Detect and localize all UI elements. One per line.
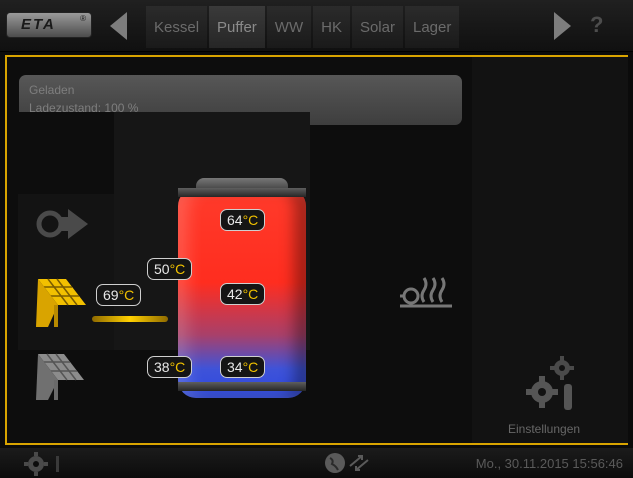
service-gear-icon[interactable] [24,452,72,476]
temp-value: 34 [227,359,243,375]
tab-lager[interactable]: Lager [404,6,460,48]
tab-ww[interactable]: WW [266,6,312,48]
tab-puffer[interactable]: Puffer [209,6,265,48]
datetime-display: Mo., 30.11.2015 15:56:46 [475,456,623,471]
temp-badge-middle: 42 °C [220,283,266,305]
temp-value: 42 [227,286,243,302]
network-globe-icon[interactable] [322,450,374,476]
temp-value: 64 [227,212,243,228]
tab-kessel[interactable]: Kessel [146,6,208,48]
help-icon[interactable]: ? [590,12,603,38]
solar-collector-inactive-icon[interactable] [34,352,88,404]
temp-unit: °C [242,286,259,302]
tank-top-band [178,188,306,197]
temp-value: 38 [154,359,170,375]
settings-label[interactable]: Einstellungen [508,422,580,436]
top-navigation-bar: ETA ® Kessel Puffer WW HK Solar Lager ? [0,0,633,52]
temp-badge-collector: 69 °C [96,284,142,306]
temp-unit: °C [169,261,186,277]
temp-value: 69 [103,287,119,303]
forward-arrow-icon[interactable] [544,6,580,46]
temp-badge-top: 64 °C [220,209,266,231]
back-arrow-icon[interactable] [100,6,136,46]
source-panel-top [18,112,116,194]
temp-badge-upper-left: 50 °C [147,258,193,280]
temp-unit: °C [242,212,259,228]
heat-source-icon[interactable] [36,203,90,245]
logo-text: ETA [21,16,56,33]
status-title: Geladen [29,83,75,97]
settings-gears-icon[interactable] [522,354,578,414]
temp-unit: °C [169,359,186,375]
temp-unit: °C [118,287,135,303]
tank-bottom-band [178,382,306,391]
temp-badge-bottom: 34 °C [220,356,266,378]
temp-unit: °C [242,359,259,375]
tab-bar: Kessel Puffer WW HK Solar Lager [146,6,460,48]
eta-logo[interactable]: ETA ® [6,12,92,38]
solar-collector-active-icon[interactable] [34,275,88,331]
tab-solar[interactable]: Solar [351,6,403,48]
radiator-heating-icon[interactable] [398,276,454,316]
temp-badge-lower-left: 38 °C [147,356,193,378]
logo-registered-mark: ® [80,14,86,23]
tab-hk[interactable]: HK [313,6,350,48]
solar-flow-line [92,316,168,322]
temp-value: 50 [154,261,170,277]
